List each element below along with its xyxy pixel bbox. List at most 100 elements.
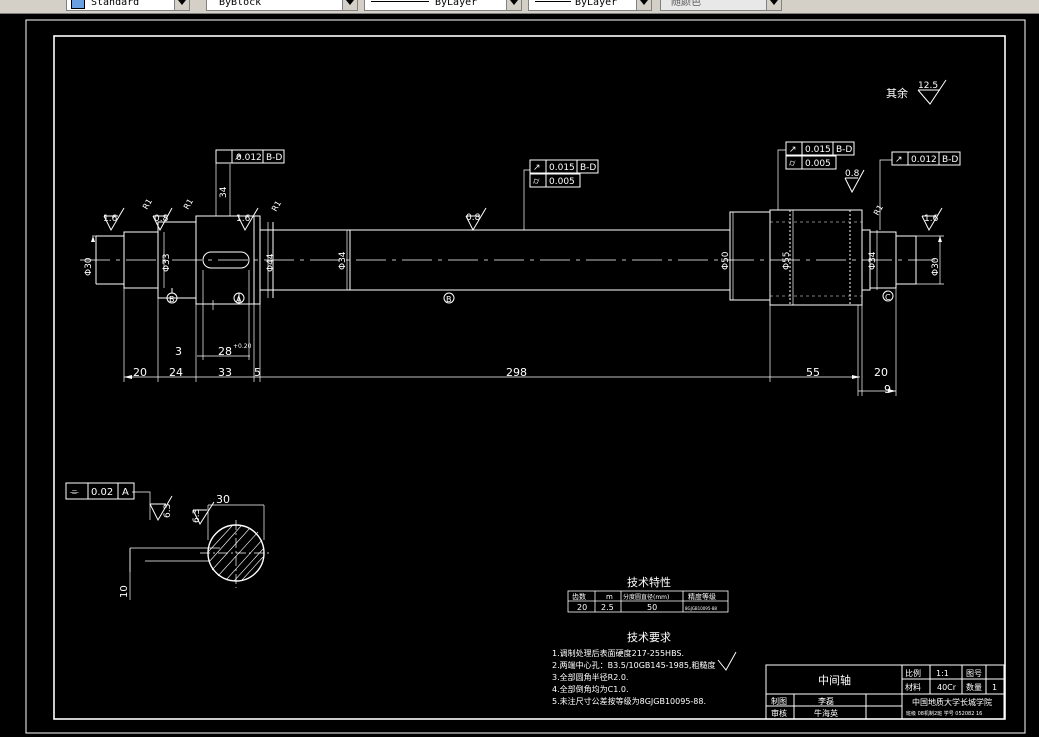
color-combo[interactable]: 随颜色 — [660, 0, 782, 11]
roughness-r3: 1.6 — [236, 214, 251, 224]
linetype-combo[interactable]: ByLayer — [364, 0, 522, 11]
title-drawn-label: 制图 — [771, 696, 787, 706]
title-drawing-no-label: 图号 — [966, 669, 982, 678]
title-qty-label: 数量 — [966, 682, 982, 692]
text-style-combo[interactable]: Standard — [66, 0, 190, 11]
surface-rest-value: 12.5 — [918, 81, 938, 91]
datum-c: C — [885, 293, 891, 302]
diameter-d5: Φ50 — [721, 251, 731, 270]
chevron-down-icon[interactable] — [766, 0, 781, 10]
tol-f3a-symbol: ↗ — [789, 145, 797, 155]
chamfer-c1: R1 — [141, 197, 154, 211]
chevron-down-icon[interactable] — [506, 0, 521, 10]
title-check-label: 审核 — [771, 708, 787, 718]
tol-f2b-value: 0.005 — [549, 177, 575, 187]
lineweight-combo[interactable]: ByLayer — [528, 0, 652, 11]
tol-f2a-datum: B-D — [580, 163, 596, 173]
chamfer-c2: R1 — [182, 197, 195, 211]
roughness-r1: 1.6 — [103, 214, 118, 224]
tol-f2a-value: 0.015 — [549, 163, 575, 173]
chevron-down-icon[interactable] — [342, 0, 357, 10]
tech-req-2: 2.两端中心孔：B3.5/10GB145-1985,粗糙度 — [552, 660, 715, 670]
length-l2: 24 — [169, 366, 183, 379]
title-material-label: 材料 — [905, 682, 921, 692]
tol-f2a-symbol: ↗ — [533, 163, 541, 173]
title-scale-value: 1:1 — [936, 669, 949, 678]
roughness-r5: 0.8 — [845, 169, 860, 179]
cad-drawing: 其余 12.5 1.6 0.8 1.6 0.8 0.8 1.6 6.3 R1 R… — [25, 19, 1026, 734]
datum-a: A — [236, 295, 242, 304]
length-l5: 298 — [506, 366, 527, 379]
tech-char-h3: 分度圆直径(mm) — [623, 593, 669, 601]
title-qty-value: 1 — [992, 683, 997, 692]
title-material-value: 40Cr — [937, 683, 957, 692]
section-depth: 10 — [119, 585, 130, 598]
title-class-info: 班级 08机制2班 学号 052082 16 — [906, 710, 982, 717]
datum-b-left: B — [169, 295, 175, 304]
chevron-down-icon[interactable] — [636, 0, 651, 10]
linetype-value: ByLayer — [435, 0, 478, 8]
length-l3: 33 — [218, 366, 232, 379]
datum-b-mid: B — [446, 295, 452, 304]
tol-f5-value: 0.02 — [91, 487, 113, 498]
tol-f3a-value: 0.015 — [805, 145, 831, 155]
chamfer-c4: R1 — [872, 203, 885, 217]
diameter-d7: Φ34 — [868, 251, 878, 270]
tol-f1-value: 0.012 — [236, 153, 262, 163]
length-l4: 5 — [254, 366, 261, 379]
tol-f4-symbol: ↗ — [895, 155, 903, 165]
section-sym-label: 6.3 — [163, 504, 173, 518]
tech-req-1: 1.调制处理后表面硬度217-255HBS. — [552, 648, 684, 658]
title-check-value: 牛海英 — [814, 708, 838, 718]
lineweight-preview — [535, 1, 571, 2]
tol-f5-symbol: ⌯ — [70, 485, 79, 498]
tol-f5-datum: A — [122, 487, 129, 498]
tech-char-r1: 20 — [577, 603, 587, 612]
diameter-dimensions — [92, 210, 944, 305]
diameter-d8: Φ30 — [931, 257, 941, 276]
tol-f3b-value: 0.005 — [805, 159, 831, 169]
layer-value: ByBlock — [219, 0, 262, 8]
roughness-r6: 1.6 — [924, 214, 939, 224]
surface-rest-label: 其余 — [886, 86, 908, 100]
linetype-preview — [371, 1, 429, 2]
diameter-d4: Φ34 — [338, 251, 348, 270]
title-school: 中国地质大学长城学院 — [912, 697, 992, 707]
key-depth: 34 — [219, 186, 229, 198]
length-l6: 55 — [806, 366, 820, 379]
tech-char-title: 技术特性 — [627, 575, 671, 589]
title-drawn-value: 李磊 — [818, 696, 834, 706]
tol-f1-datum: B-D — [266, 153, 282, 163]
tech-char-h4: 精度等级 — [688, 592, 716, 601]
length-l1: 20 — [133, 366, 147, 379]
diameter-d3: Φ44 — [266, 253, 276, 272]
tech-req-4: 4.全部倒角均为C1.0. — [552, 684, 628, 694]
layer-combo[interactable]: ByBlock — [206, 0, 358, 11]
tech-req-title: 技术要求 — [627, 631, 671, 644]
diameter-d1: Φ30 — [84, 257, 94, 276]
title-scale-label: 比例 — [905, 668, 921, 678]
section-width: 30 — [216, 493, 230, 506]
tol-f4-value: 0.012 — [911, 155, 937, 165]
length-l8: 9 — [884, 383, 891, 396]
length-l7: 20 — [874, 366, 888, 379]
tolerance-sup: +0.20 — [233, 343, 252, 350]
lineweight-value: ByLayer — [575, 0, 618, 8]
drawing-canvas[interactable]: 其余 12.5 1.6 0.8 1.6 0.8 0.8 1.6 6.3 R1 R… — [0, 14, 1039, 737]
tol-f2b-symbol: ⌭ — [533, 177, 540, 187]
tech-req-3: 3.全部圆角半径R2.0. — [552, 672, 628, 682]
tech-req-5: 5.未注尺寸公差按等级为8GJGB10095-88. — [552, 696, 706, 706]
tech-char-r2: 2.5 — [601, 603, 614, 612]
tech-char-h1: 齿数 — [572, 592, 586, 601]
chevron-down-icon[interactable] — [174, 0, 189, 10]
tol-f4-datum: B-D — [942, 155, 958, 165]
tech-char-h2: m — [606, 593, 613, 601]
tech-char-r3: 50 — [647, 603, 657, 612]
properties-toolbar: Standard ByBlock ByLayer ByLayer 随颜色 — [0, 0, 1039, 14]
roughness-r4: 0.8 — [466, 213, 481, 223]
text-style-icon — [71, 0, 85, 9]
tol-f3a-datum: B-D — [836, 145, 852, 155]
text-style-value: Standard — [91, 0, 140, 8]
tech-char-r4: 8GJGB10095-88 — [685, 606, 717, 611]
length-l9: 3 — [175, 345, 182, 358]
